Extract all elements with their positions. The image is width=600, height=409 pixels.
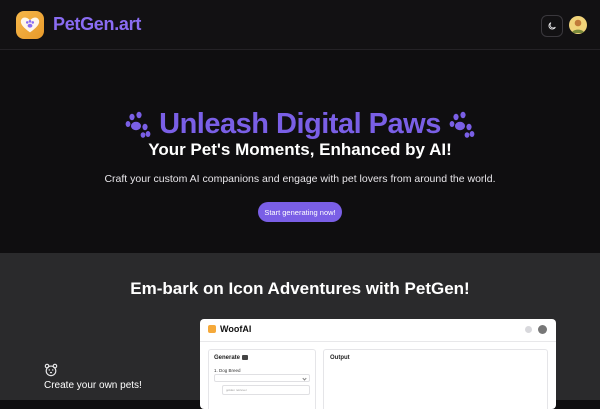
user-avatar-icon (572, 19, 584, 33)
feature-create-pets-label: Create your own pets! (44, 380, 142, 391)
preview-breed-input-text: golden retriever (226, 388, 247, 392)
preview-theme-icon (525, 326, 532, 333)
hero-title: Unleash Digital Paws (0, 108, 600, 141)
hero-subtitle: Your Pet's Moments, Enhanced by AI! (148, 140, 452, 159)
preview-dog-breed-label: 1. Dog Breed (214, 368, 241, 373)
preview-generate-panel: Generate 1. Dog Breed golden retriever (208, 349, 316, 409)
moon-icon (548, 22, 556, 30)
preview-output-panel: Output (323, 349, 548, 409)
preview-generate-title-text: Generate (214, 355, 241, 362)
features-title: Em-bark on Icon Adventures with PetGen! (130, 279, 470, 298)
preview-brand: WoofAI (220, 324, 252, 334)
preview-header: WoofAI (200, 319, 556, 342)
features-section: Em-bark on Icon Adventures with PetGen! … (0, 253, 600, 409)
top-navbar: PetGen.art (0, 0, 600, 50)
hero-description: Craft your custom AI companions and enga… (104, 173, 496, 185)
bear-face-icon (44, 363, 58, 377)
brand-name[interactable]: PetGen.art (53, 14, 141, 35)
preview-breed-input: golden retriever (222, 385, 310, 395)
app-preview-window: WoofAI Generate 1. Dog Breed golden retr… (200, 319, 556, 409)
preview-output-title: Output (330, 355, 350, 361)
start-generating-button[interactable]: Start generating now! (258, 202, 342, 222)
hero-title-text: Unleash Digital Paws (159, 108, 441, 140)
theme-toggle-button[interactable] (541, 15, 563, 37)
preview-logo-icon (208, 325, 216, 333)
heart-paw-logo-icon[interactable] (16, 11, 44, 39)
preview-dog-breed-select (214, 374, 310, 382)
dog-icon (242, 355, 249, 360)
preview-generate-title: Generate (214, 355, 249, 362)
hero-section: Unleash Digital Paws Your Pet's Moments,… (0, 50, 600, 253)
paw-icon-left (125, 112, 150, 139)
paw-icon-right (450, 112, 475, 139)
preview-avatar-icon (538, 325, 547, 334)
user-avatar[interactable] (569, 16, 587, 34)
